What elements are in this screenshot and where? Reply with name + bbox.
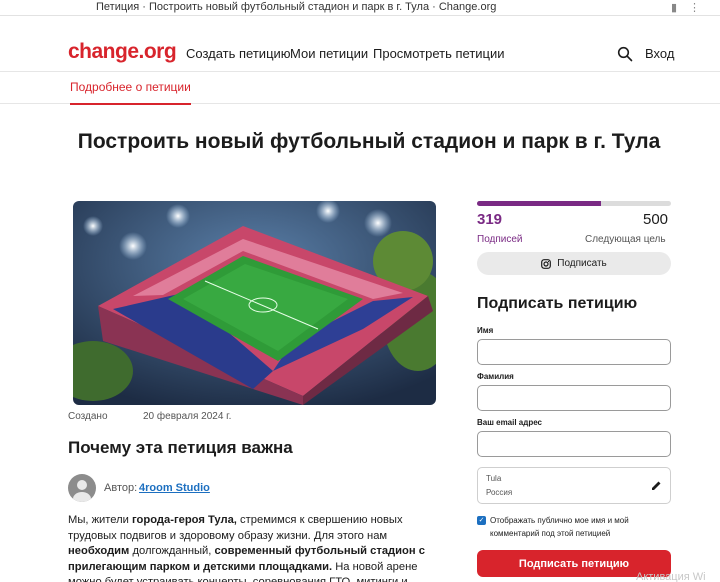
petition-hero-image [73,201,436,405]
signature-progress-fill [477,201,601,206]
first-name-field[interactable] [477,339,671,365]
nav-my-petitions[interactable]: Мои петиции [290,46,368,61]
nav-browse-petitions[interactable]: Просмотреть петиции [373,46,505,61]
login-link[interactable]: Вход [645,46,674,61]
consent-text: Отображать публично мое имя и мой коммен… [490,516,629,538]
browser-bookmark-icon[interactable]: ▮⋮ [671,1,712,14]
description-bold: необходим [68,545,130,557]
signature-goal: 500 [643,211,669,228]
created-date: 20 февраля 2024 г. [143,411,232,422]
browser-title-bar: Петиция · Построить новый футбольный ста… [0,0,720,16]
nav-create-petition[interactable]: Создать петицию [186,46,291,61]
location-selector[interactable]: Tula Россия [477,467,671,504]
petition-subnav: Подробнее о петиции [0,72,720,105]
description-text: Мы, жители [68,514,133,526]
description-bold: города-героя Тула, [132,514,237,526]
instagram-icon [541,258,552,269]
browser-window-title: Петиция · Построить новый футбольный ста… [96,1,497,13]
share-sign-button[interactable]: Подписать [477,252,671,275]
site-header: change.org Создать петицию Мои петиции П… [0,36,720,72]
sign-form-heading: Подписать петицию [477,295,638,312]
location-country: Россия [486,488,513,497]
signature-goal-label: Следующая цель [585,234,666,245]
author-label: Автор: [104,482,138,494]
location-city: Tula [486,474,502,483]
petition-title: Построить новый футбольный стадион и пар… [77,130,661,153]
pencil-icon[interactable] [651,480,662,491]
signature-progress-bar [477,201,671,206]
description-text: долгожданный, [129,545,215,557]
user-icon [73,480,91,502]
last-name-label: Фамилия [477,372,514,381]
signature-count: 319 [477,211,503,228]
author-avatar [68,474,96,502]
change-org-logo[interactable]: change.org [68,40,177,64]
last-name-field[interactable] [477,385,671,411]
why-it-matters-heading: Почему эта петиция важна [68,438,293,457]
signature-count-label: Подписей [477,234,523,245]
os-activation-watermark: Активация Wi [636,571,706,582]
tab-petition-details[interactable]: Подробнее о петиции [70,80,191,105]
search-icon[interactable] [617,46,633,62]
share-sign-label: Подписать [557,258,607,269]
created-label: Создано [68,411,108,422]
consent-checkbox[interactable]: ✓ [477,516,486,525]
email-label: Ваш email адрес [477,418,543,427]
author-name-link[interactable]: 4room Studio [139,482,210,494]
email-field[interactable] [477,431,671,457]
petition-description: Мы, жители города-героя Тула, стремимся … [68,513,440,582]
first-name-label: Имя [477,326,494,335]
